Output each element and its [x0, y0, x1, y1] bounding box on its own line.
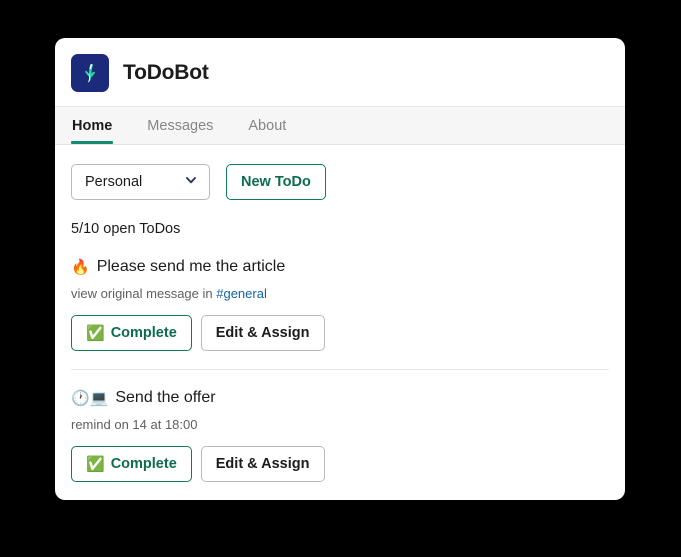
tab-home[interactable]: Home — [71, 107, 114, 144]
open-todos-summary: 5/10 open ToDos — [71, 221, 181, 237]
todobot-logo-icon — [71, 54, 109, 92]
complete-button-label: Complete — [110, 456, 177, 472]
tab-messages-label: Messages — [147, 117, 214, 134]
app-home-card: ToDoBot Home Messages About Personal New… — [55, 38, 625, 500]
chevron-down-icon — [184, 173, 198, 192]
todo-item: 🕐💻 Send the offer remind on 14 at 18:00 … — [71, 369, 609, 500]
todo-title-row: 🕐💻 Send the offer — [71, 388, 609, 408]
edit-assign-button[interactable]: Edit & Assign — [200, 315, 325, 351]
new-todo-button[interactable]: New ToDo — [226, 164, 326, 200]
todo-meta: view original message in #general — [71, 286, 609, 301]
fire-emoji: 🔥 — [71, 258, 90, 276]
workspace-select-value: Personal — [85, 174, 143, 190]
tab-messages[interactable]: Messages — [146, 107, 214, 144]
todo-title-text: Send the offer — [115, 389, 216, 406]
edit-assign-button-label: Edit & Assign — [215, 456, 310, 472]
channel-link-general[interactable]: #general — [216, 286, 267, 301]
new-todo-button-label: New ToDo — [241, 174, 311, 190]
edit-assign-button-label: Edit & Assign — [215, 325, 310, 341]
todo-actions: ✅ Complete Edit & Assign — [71, 446, 609, 482]
todo-title-row: 🔥 Please send me the article — [71, 257, 609, 277]
tab-home-label: Home — [72, 117, 113, 134]
todo-title-text: Please send me the article — [96, 258, 286, 275]
tab-about[interactable]: About — [247, 107, 287, 144]
tab-about-label: About — [248, 117, 287, 134]
todo-actions: ✅ Complete Edit & Assign — [71, 315, 609, 351]
app-title: ToDoBot — [123, 61, 209, 84]
app-body: Personal New ToDo 5/10 open ToDos 🔥 Plea… — [55, 145, 625, 500]
tab-bar: Home Messages About — [55, 106, 625, 145]
complete-button[interactable]: ✅ Complete — [71, 446, 192, 482]
controls-row: Personal New ToDo — [71, 145, 609, 200]
complete-button-label: Complete — [110, 325, 177, 341]
todo-meta: remind on 14 at 18:00 — [71, 417, 609, 432]
edit-assign-button[interactable]: Edit & Assign — [200, 446, 325, 482]
white-check-mark-emoji: ✅ — [86, 455, 105, 473]
todo-item: 🔥 Please send me the article view origin… — [71, 239, 609, 369]
todo-meta-text: view original message in — [71, 286, 217, 301]
clock-laptop-emoji: 🕐💻 — [71, 389, 109, 407]
complete-button[interactable]: ✅ Complete — [71, 315, 192, 351]
app-header: ToDoBot — [55, 38, 625, 106]
todo-meta-text: remind on 14 at 18:00 — [71, 417, 198, 432]
white-check-mark-emoji: ✅ — [86, 324, 105, 342]
workspace-select[interactable]: Personal — [71, 164, 210, 200]
